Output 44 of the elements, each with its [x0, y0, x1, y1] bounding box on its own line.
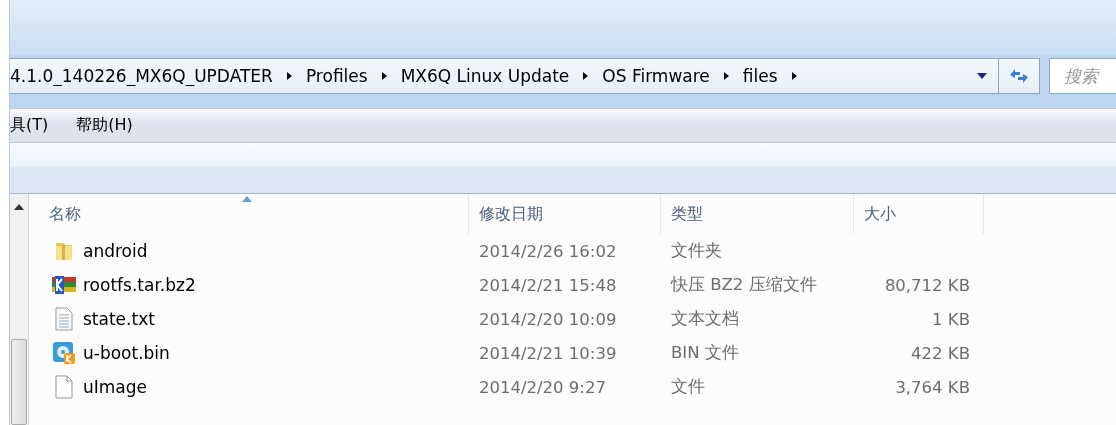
chevron-icon[interactable] [790, 71, 798, 81]
chevron-icon[interactable] [380, 71, 388, 81]
column-header[interactable]: 修改日期 [469, 194, 661, 234]
breadcrumb[interactable]: OS Firmware [602, 66, 710, 86]
text-file-icon [54, 307, 74, 331]
breadcrumb[interactable]: files [742, 66, 778, 86]
menu-item[interactable]: 帮助(H) [76, 115, 133, 136]
chevron-icon[interactable] [722, 71, 730, 81]
table-cell-text: 3,764 KB [894, 377, 971, 397]
file-name[interactable]: rootfs.tar.bz2 [83, 275, 196, 295]
scroll-up-icon[interactable] [14, 204, 24, 210]
sort-arrow-icon [241, 196, 252, 202]
breadcrumb[interactable]: Profiles [305, 66, 368, 86]
menu-item[interactable]: 具(T) [10, 115, 49, 136]
table-cell-text: 80,712 KB [883, 275, 971, 295]
column-header[interactable]: 类型 [661, 194, 854, 234]
table-cell-text: 2014/2/20 10:09 [478, 309, 618, 329]
breadcrumb[interactable]: MX6Q Linux Update [400, 66, 570, 86]
table-cell-text: 文本文档 [670, 308, 740, 330]
blank-file-icon [54, 375, 74, 399]
chevron-icon[interactable] [285, 71, 293, 81]
table-cell-text: 2014/2/20 9:27 [478, 377, 607, 397]
table-cell-text: 422 KB [910, 343, 971, 363]
file-name[interactable]: uImage [83, 377, 147, 397]
table-cell-text: 2014/2/26 16:02 [478, 241, 618, 261]
file-name[interactable]: state.txt [83, 309, 155, 329]
table-cell-text: 快压 BZ2 压缩文件 [669, 274, 818, 296]
column-header[interactable]: 大小 [854, 194, 984, 234]
chevron-icon[interactable] [582, 71, 590, 81]
breadcrumb[interactable]: 4.1.0_140226_MX6Q_UPDATER [10, 66, 273, 86]
folder-icon [54, 240, 74, 262]
table-cell-text: 2014/2/21 10:39 [478, 343, 618, 363]
file-name[interactable]: u-boot.bin [83, 343, 170, 363]
table-cell-text: 2014/2/21 15:48 [478, 275, 618, 295]
disc-app-icon [52, 341, 76, 365]
refresh-icon[interactable] [1008, 67, 1030, 85]
file-name[interactable]: android [83, 241, 148, 261]
table-cell-text: 1 KB [931, 309, 971, 329]
column-header[interactable]: 名称 [29, 194, 469, 234]
table-cell-text: 文件夹 [670, 240, 723, 262]
archive-icon [51, 274, 77, 296]
table-cell-text: BIN 文件 [670, 342, 740, 364]
scrollbar-thumb[interactable] [11, 339, 27, 425]
table-cell-text: 文件 [670, 376, 706, 398]
